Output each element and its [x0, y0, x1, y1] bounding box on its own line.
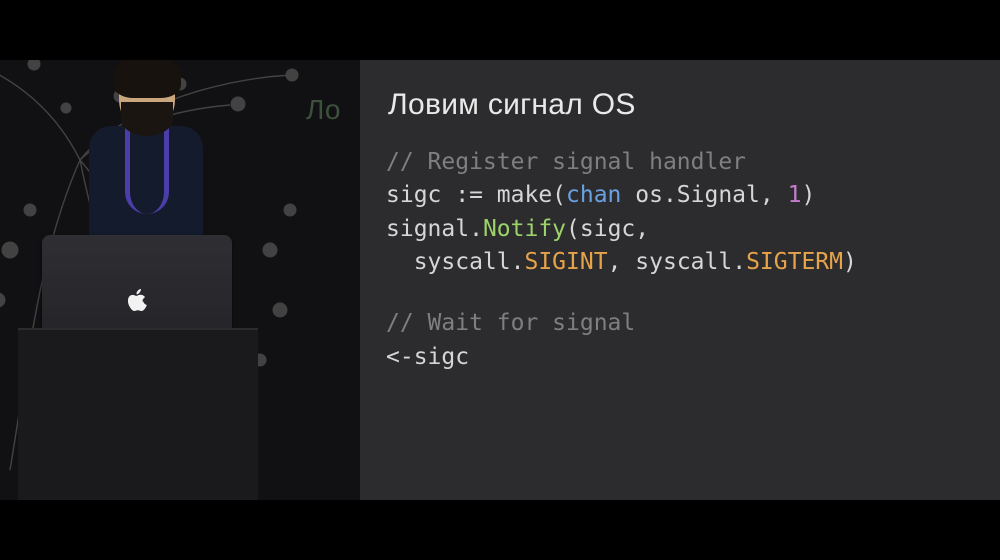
code-comment: // Wait for signal [386, 310, 635, 336]
speaker-beard [121, 102, 173, 136]
code-block: // Register signal handler sigc := make(… [386, 146, 974, 374]
slide-title: Ловим сигнал OS [388, 88, 974, 122]
speaker-hair [113, 60, 181, 98]
presentation-slide: Ловим сигнал OS // Register signal handl… [360, 60, 1000, 500]
code-text: , syscall. [608, 249, 746, 275]
code-comment: // Register signal handler [386, 149, 746, 175]
code-text: ) [843, 249, 857, 275]
slide-title-peek: Ло [306, 94, 341, 126]
speaker-camera-view: Ло [0, 60, 360, 500]
code-text: ) [801, 182, 815, 208]
code-constant: SIGTERM [746, 249, 843, 275]
code-text: syscall. [386, 249, 524, 275]
code-text: os.Signal, [621, 182, 787, 208]
code-text: (sigc, [566, 216, 649, 242]
apple-logo-icon [127, 289, 147, 319]
code-keyword: chan [566, 182, 621, 208]
code-function: Notify [483, 216, 566, 242]
code-number: 1 [788, 182, 802, 208]
lanyard [125, 124, 169, 214]
code-text: <-sigc [386, 344, 469, 370]
code-text: signal. [386, 216, 483, 242]
code-text: sigc := make( [386, 182, 566, 208]
speaker [85, 60, 205, 250]
video-frame: Ло Ловим сигнал OS // Register signal ha… [0, 60, 1000, 500]
podium [18, 328, 258, 500]
code-constant: SIGINT [524, 249, 607, 275]
